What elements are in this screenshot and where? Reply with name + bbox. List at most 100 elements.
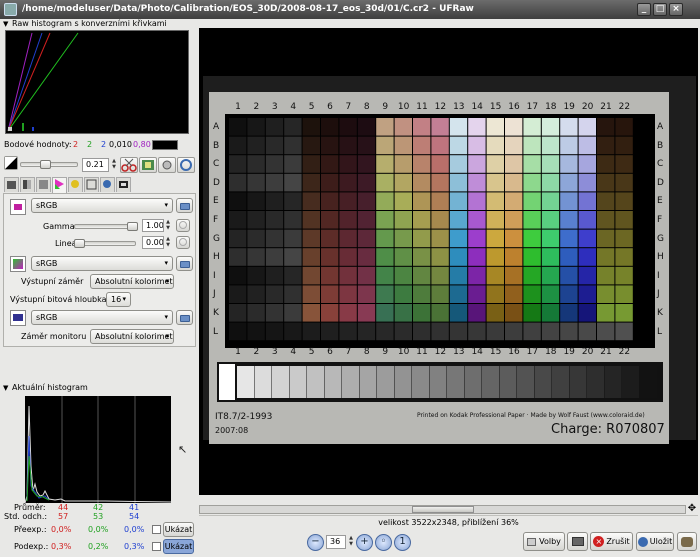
status-bar: velikost 3522x2348, přiblížení 36% [199,515,698,528]
tab-exif[interactable] [116,177,131,192]
linearity-reset-button[interactable] [176,236,190,249]
actual-histogram-canvas [25,396,171,503]
show-underexposed-checkbox[interactable] [152,542,161,551]
zoom-in-icon[interactable]: + [356,534,373,551]
navigate-icon[interactable]: ✥ [686,503,698,515]
scrollbar-thumb[interactable] [412,506,474,513]
chevron-down-icon: ▾ [164,201,168,209]
std-dev-green: 53 [93,512,104,521]
close-button[interactable]: × [669,3,683,16]
show-overexposed-checkbox[interactable] [152,525,161,534]
overexposed-blue: 0,0% [124,525,145,534]
output-profile-value: sRGB [36,259,58,268]
zoom-fit-icon[interactable]: ◦ [375,534,392,551]
maximize-button[interactable]: □ [653,3,667,16]
refresh-icon[interactable] [177,157,195,173]
output-profile-folder-button[interactable] [176,256,193,271]
clip-highlights-icon[interactable] [158,157,176,173]
exposure-icon [4,156,18,170]
output-profile-combo[interactable]: sRGB ▾ [31,256,173,271]
row-label-right: K [657,308,663,318]
average-label: Průměr: [14,503,46,512]
actual-histogram-expander[interactable]: ▼ Aktuální histogram [3,383,88,394]
gamma-slider-handle[interactable] [127,222,138,231]
row-label-right: E [657,196,663,207]
auto-exposure-icon[interactable] [139,157,157,173]
exposure-input[interactable]: 0.21 [82,158,109,172]
tab-color-management[interactable] [52,177,67,193]
it8-target-card: 1 2 3 4 5 6 7 8 9 10 11 12 13 14 15 16 17 18 19 20 21 22 1234… [209,92,669,444]
row-label-right: G [657,233,664,244]
bit-depth-combo[interactable]: 16 ▾ [106,292,131,307]
row-label-left: B [213,140,220,151]
scissors-icon[interactable] [120,157,138,173]
tab-grayscale[interactable] [20,177,35,192]
monitor-profile-folder-button[interactable] [176,310,193,325]
input-profile-combo[interactable]: sRGB ▾ [31,198,173,213]
save-label: Uložit [649,537,673,546]
raw-histogram-canvas [5,30,189,134]
gamma-reset-button[interactable] [176,219,190,232]
point-value-red: 2 [73,140,79,149]
bit-depth-label: Výstupní bitová hloubka [10,295,107,304]
row-label-left: A [213,122,220,132]
chevron-down-icon: ▾ [122,295,126,303]
minimize-button[interactable]: _ [637,3,651,16]
monitor-intent-combo[interactable]: Absolutní kolorimet ▾ [90,329,174,344]
point-value-luminance: 0,010 [109,140,132,149]
overexposed-label: Přeexp.: [14,525,47,534]
gamma-spin-arrows[interactable]: ▲ ▼ [164,219,172,231]
row-label-right: D [657,177,664,188]
row-labels: AABBCCDDEEFFGGHHIIJJKKLL [209,92,669,444]
target-label-1: IT8.7/2-1993 [215,412,273,422]
show-overexposed-button[interactable]: Ukázat [163,522,194,537]
zoom-input[interactable]: 36 [326,535,346,549]
linearity-input[interactable]: 0.00 [142,236,164,249]
options-button[interactable]: Volby [523,532,565,551]
folder-icon [180,261,190,268]
cancel-label: Zrušit [606,537,630,546]
output-profile-icon [10,256,26,272]
title-bar[interactable]: /home/modeluser/Data/Photo/Calibration/E… [0,0,700,19]
app-icon[interactable] [4,3,17,16]
folder-icon [180,203,190,210]
expander-arrow-icon: ▼ [3,20,9,28]
exposure-slider-handle[interactable] [40,160,51,169]
tab-corrections[interactable] [68,177,83,192]
row-label-left: L [213,326,219,337]
mouse-cursor: ↖ [178,443,188,456]
horizontal-scrollbar[interactable] [199,505,686,514]
tab-save[interactable] [100,177,115,192]
tab-crop-rotate[interactable] [84,177,99,192]
zoom-100-icon[interactable]: 1 [394,534,411,551]
underexposed-green: 0,2% [88,542,109,551]
show-underexposed-button[interactable]: Ukázat [163,539,194,554]
point-color-swatch [152,140,178,150]
exposure-spin-arrows[interactable]: ▲ ▼ [110,158,118,170]
zoom-out-icon[interactable]: − [307,534,324,551]
send-to-gimp-button[interactable] [567,532,588,551]
row-label-left: J [213,289,216,300]
input-profile-folder-button[interactable] [176,198,193,213]
raw-histogram-expander[interactable]: ▼ Raw histogram s konverzními křivkami [3,19,167,30]
output-intent-combo[interactable]: Absolutní kolorimet ▾ [90,274,174,289]
linearity-slider-handle[interactable] [74,239,85,248]
gimp-button[interactable] [677,532,697,551]
tab-white-balance[interactable] [4,177,19,192]
monitor-profile-icon [10,310,26,326]
std-dev-blue: 54 [129,512,140,521]
monitor-profile-combo[interactable]: sRGB ▾ [31,310,173,325]
row-label-right: A [657,122,664,132]
tab-lens[interactable] [36,177,51,192]
point-values-label: Bodové hodnoty: [4,140,72,149]
linearity-spin-arrows[interactable]: ▲ ▼ [164,236,172,248]
input-profile-value: sRGB [36,201,58,210]
image-preview[interactable]: 1 2 3 4 5 6 7 8 9 10 11 12 13 14 15 16 17 18 19 20 21 22 1234… [199,28,698,495]
zoom-spin-arrows[interactable]: ▲ ▼ [347,535,355,547]
monitor-profile-value: sRGB [36,313,58,322]
row-label-left: C [213,159,220,170]
cancel-button[interactable]: × Zrušit [590,532,633,551]
folder-icon [180,315,190,322]
save-button[interactable]: Uložit [636,532,674,551]
gamma-input[interactable]: 1.00 [142,219,164,232]
